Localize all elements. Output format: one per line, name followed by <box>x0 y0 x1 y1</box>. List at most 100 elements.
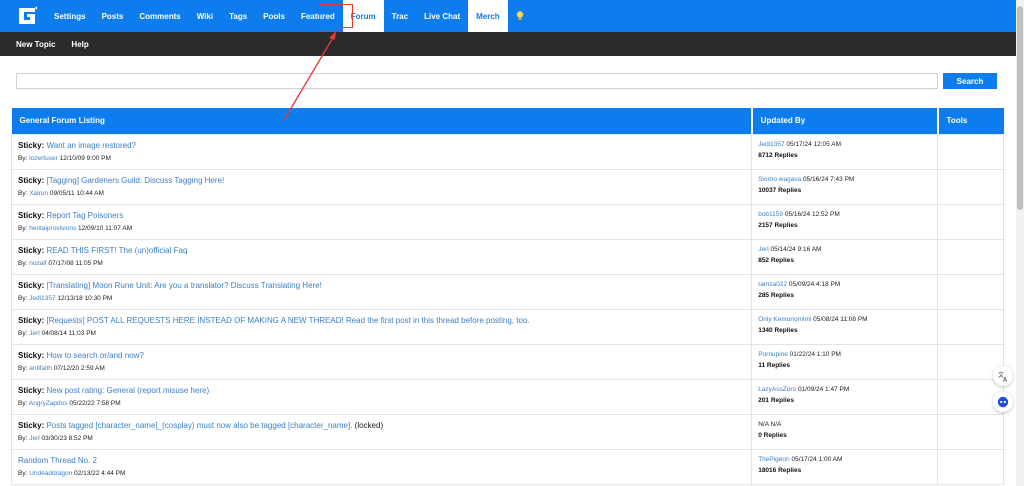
sticky-label: Sticky: <box>18 140 45 150</box>
nav-live-chat[interactable]: Live Chat <box>416 0 468 32</box>
author-link[interactable]: AngryZapdos <box>29 400 68 407</box>
table-row: Sticky: Posts tagged [character_name]_(c… <box>10 413 1004 450</box>
lightbulb-icon[interactable] <box>508 0 532 32</box>
updated-date: 05/17/24 12:05 AM <box>786 140 841 148</box>
updated-cell: ramza022 05/09/24 4:18 PM 285 Replies <box>751 273 939 310</box>
scrollbar-thumb[interactable] <box>1017 6 1023 210</box>
updated-date: 01/09/24 1:47 PM <box>797 385 850 393</box>
author-link[interactable]: Xalrun <box>29 190 48 197</box>
author-link[interactable]: nozalf <box>29 260 46 267</box>
updated-user-link[interactable]: Jedi1357 <box>758 141 784 148</box>
topic-byline: By: lozertuser 12/10/09 9:00 PM <box>18 155 745 162</box>
updated-date: 05/16/24 12:52 PM <box>784 210 840 218</box>
tools-cell <box>937 273 1004 310</box>
topic-date: 12/13/18 10:30 PM <box>57 294 113 302</box>
sticky-label: Sticky: <box>18 420 45 430</box>
nav-wiki[interactable]: Wiki <box>189 0 221 32</box>
sticky-label: Sticky: <box>18 245 45 255</box>
topic-title-link[interactable]: Random Thread No. 2 <box>18 456 97 465</box>
topic-title-link[interactable]: [Requests] POST ALL REQUESTS HERE INSTEA… <box>46 316 529 325</box>
table-row: Sticky: [Tagging] Gardeners Guild: Discu… <box>10 168 1004 205</box>
topic-date: 07/17/08 11:05 PM <box>48 259 103 267</box>
updated-cell: bob1159 05/16/24 12:52 PM 2157 Replies <box>751 203 939 240</box>
replies-count: 1340 Replies <box>758 326 798 334</box>
replies-count: 10037 Replies <box>758 186 802 194</box>
author-link[interactable]: Jedi1357 <box>29 295 55 302</box>
updated-user-link[interactable]: bob1159 <box>758 211 783 218</box>
g-logo-icon[interactable] <box>8 0 46 32</box>
topic-date: 07/12/20 2:59 AM <box>53 364 105 372</box>
table-row: Random Thread No. 2 By: Undeaddragon 02/1… <box>10 448 1004 485</box>
nav-posts[interactable]: Posts <box>94 0 132 32</box>
topic-date: 04/08/14 11:03 PM <box>41 329 96 337</box>
top-nav: Settings Posts Comments Wiki Tags Pools … <box>0 0 1016 32</box>
sub-nav: New Topic Help <box>0 32 1016 56</box>
table-row: Sticky: READ THIS FIRST! The (un)officia… <box>10 238 1004 275</box>
author-link[interactable]: Jerl <box>29 330 39 337</box>
forum-highlight-box <box>319 4 353 28</box>
by-label: By: <box>18 294 28 302</box>
nav-merch[interactable]: Merch <box>468 0 508 32</box>
topic-title-link[interactable]: Want an image restored? <box>46 141 136 150</box>
tools-cell <box>937 203 1004 240</box>
author-link[interactable]: lozertuser <box>29 155 58 162</box>
updated-cell: Only Kemonomimi 05/08/24 11:08 PM 1340 Re… <box>751 308 939 345</box>
chat-bot-icon[interactable] <box>993 392 1013 412</box>
by-label: By: <box>18 224 28 232</box>
sticky-label: Sticky: <box>18 350 45 360</box>
updated-user-link[interactable]: ThePigeon <box>758 456 789 463</box>
by-label: By: <box>18 434 28 442</box>
by-label: By: <box>18 189 28 197</box>
updated-user-link[interactable]: Siorno wagava <box>758 176 801 183</box>
updated-cell: Jedi1357 05/17/24 12:05 AM 8712 Replies <box>751 133 939 170</box>
forum-body: Sticky: Want an image restored? By: lozer… <box>10 133 1004 485</box>
updated-cell: Pornupine 01/22/24 1:10 PM 11 Replies <box>751 343 939 380</box>
topic-title-link[interactable]: READ THIS FIRST! The (un)official Faq <box>46 246 187 255</box>
updated-user-link[interactable]: ramza022 <box>758 281 787 288</box>
topic-cell: Sticky: How to search or/and now? By: ant… <box>10 343 753 380</box>
translate-icon[interactable]: 文A <box>993 366 1013 386</box>
author-link[interactable]: antifaith <box>29 365 52 372</box>
topic-cell: Sticky: [Requests] POST ALL REQUESTS HER… <box>10 308 753 345</box>
table-row: Sticky: [Translating] Moon Rune Unit: Ar… <box>10 273 1004 310</box>
sticky-label: Sticky: <box>18 210 45 220</box>
nav-tags[interactable]: Tags <box>221 0 255 32</box>
new-topic-link[interactable]: New Topic <box>0 40 63 49</box>
topic-title-link[interactable]: Posts tagged [character_name]_(cosplay) … <box>46 421 352 430</box>
topic-date: 03/30/23 8:52 PM <box>41 434 93 442</box>
author-link[interactable]: Undeaddragon <box>29 470 72 477</box>
topic-byline: By: Jedi1357 12/13/18 10:30 PM <box>18 295 745 302</box>
by-label: By: <box>18 399 28 407</box>
nav-trac[interactable]: Trac <box>384 0 416 32</box>
search-input[interactable] <box>16 73 938 89</box>
topic-date: 05/22/22 7:58 PM <box>69 399 121 407</box>
topic-title-link[interactable]: Report Tag Poisoners <box>46 211 123 220</box>
by-label: By: <box>18 154 28 162</box>
topic-title-link[interactable]: How to search or/and now? <box>46 351 143 360</box>
updated-user-link[interactable]: Pornupine <box>758 351 788 358</box>
updated-user-link[interactable]: Jerl <box>758 246 768 253</box>
nav-pools[interactable]: Pools <box>255 0 293 32</box>
replies-count: 285 Replies <box>758 291 794 299</box>
topic-title-link[interactable]: [Tagging] Gardeners Guild: Discuss Taggi… <box>46 176 224 185</box>
by-label: By: <box>18 259 28 267</box>
author-link[interactable]: Jerl <box>29 435 39 442</box>
topic-cell: Sticky: New post rating: General (report… <box>10 378 753 415</box>
topic-title-link[interactable]: New post rating: General (report misuse … <box>46 386 209 395</box>
sticky-label: Sticky: <box>18 385 45 395</box>
topic-cell: Sticky: [Tagging] Gardeners Guild: Discu… <box>10 168 753 205</box>
topic-byline: By: Jerl 04/08/14 11:03 PM <box>18 330 745 337</box>
topic-byline: By: hentaiprovisions 12/09/10 11:07 AM <box>18 225 745 232</box>
updated-cell: LazyAssZoro 01/09/24 1:47 PM 201 Replies <box>751 378 939 415</box>
nav-settings[interactable]: Settings <box>46 0 94 32</box>
nav-comments[interactable]: Comments <box>131 0 188 32</box>
table-row: Sticky: Report Tag Poisoners By: hentaipr… <box>10 203 1004 240</box>
help-link[interactable]: Help <box>63 40 96 49</box>
table-row: Sticky: Want an image restored? By: lozer… <box>10 133 1004 170</box>
updated-cell: Jerl 05/14/24 9:16 AM 852 Replies <box>751 238 939 275</box>
topic-title-link[interactable]: [Translating] Moon Rune Unit: Are you a … <box>46 281 321 290</box>
updated-user-link[interactable]: LazyAssZoro <box>758 386 796 393</box>
author-link[interactable]: hentaiprovisions <box>29 225 76 232</box>
search-button[interactable]: Search <box>943 73 997 89</box>
updated-user-link[interactable]: Only Kemonomimi <box>758 316 811 323</box>
